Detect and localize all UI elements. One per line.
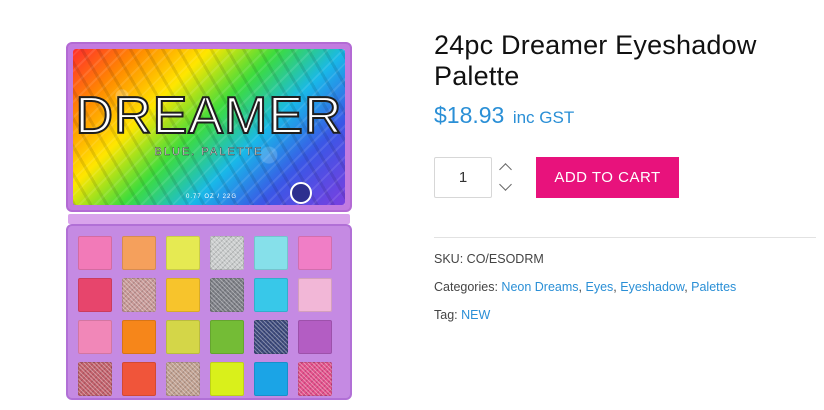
sku-value: CO/ESODRM <box>466 252 544 266</box>
palette-hinge <box>68 214 350 224</box>
eyeshadow-pan <box>298 320 332 354</box>
eyeshadow-pan <box>298 278 332 312</box>
palette-subtitle: BLUE. PALETTE <box>154 146 264 158</box>
product-sku: SKU: CO/ESODRM <box>434 252 544 266</box>
chevron-down-icon[interactable] <box>496 178 516 198</box>
eyeshadow-pan <box>78 320 112 354</box>
palette-brand-title: DREAMER <box>74 86 343 146</box>
palette-weight: 0.77 OZ / 22G <box>186 194 238 200</box>
eyeshadow-pan <box>166 320 200 354</box>
palette-base <box>66 224 352 400</box>
eyeshadow-pan <box>254 236 288 270</box>
eyeshadow-pan <box>210 320 244 354</box>
eyeshadow-pan <box>254 362 288 396</box>
eyeshadow-pan <box>210 362 244 396</box>
eyeshadow-pan <box>298 236 332 270</box>
quantity-stepper[interactable] <box>496 158 516 198</box>
product-title: 24pc Dreamer Eyeshadow Palette <box>434 30 757 91</box>
quantity-input[interactable] <box>434 157 492 198</box>
eyeshadow-pan <box>210 278 244 312</box>
tag-link-new[interactable]: NEW <box>461 308 490 322</box>
cruelty-free-badge-icon <box>290 182 312 204</box>
categories-label: Categories: <box>434 280 498 294</box>
product-categories: Categories: Neon Dreams, Eyes, Eyeshadow… <box>434 280 737 294</box>
chevron-up-icon[interactable] <box>496 158 516 178</box>
product-image[interactable]: DREAMER BLUE. PALETTE 0.77 OZ / 22G <box>66 42 352 400</box>
category-link-neon-dreams[interactable]: Neon Dreams <box>501 280 578 294</box>
product-tags: Tag: NEW <box>434 308 490 322</box>
eyeshadow-pan <box>122 236 156 270</box>
eyeshadow-pan <box>122 362 156 396</box>
eyeshadow-pan <box>122 278 156 312</box>
eyeshadow-pan <box>298 362 332 396</box>
eyeshadow-pan <box>78 362 112 396</box>
tag-label: Tag: <box>434 308 458 322</box>
eyeshadow-pan <box>210 236 244 270</box>
eyeshadow-pan <box>166 362 200 396</box>
category-link-palettes[interactable]: Palettes <box>691 280 736 294</box>
eyeshadow-pan <box>122 320 156 354</box>
palette-lid: DREAMER BLUE. PALETTE 0.77 OZ / 22G <box>66 42 352 212</box>
price-amount: $18.93 <box>434 102 505 128</box>
eyeshadow-pan <box>166 278 200 312</box>
add-to-cart-button[interactable]: ADD TO CART <box>536 157 679 198</box>
eyeshadow-pan <box>78 278 112 312</box>
eyeshadow-pan <box>78 236 112 270</box>
product-price: $18.93 inc GST <box>434 102 574 129</box>
category-link-eyeshadow[interactable]: Eyeshadow <box>620 280 684 294</box>
price-tax-suffix: inc GST <box>512 108 575 127</box>
eyeshadow-pan <box>254 320 288 354</box>
eyeshadow-pan <box>254 278 288 312</box>
divider <box>434 237 816 238</box>
eyeshadow-pans-grid <box>78 236 332 396</box>
category-link-eyes[interactable]: Eyes <box>586 280 614 294</box>
eyeshadow-pan <box>166 236 200 270</box>
sku-label: SKU: <box>434 252 464 266</box>
